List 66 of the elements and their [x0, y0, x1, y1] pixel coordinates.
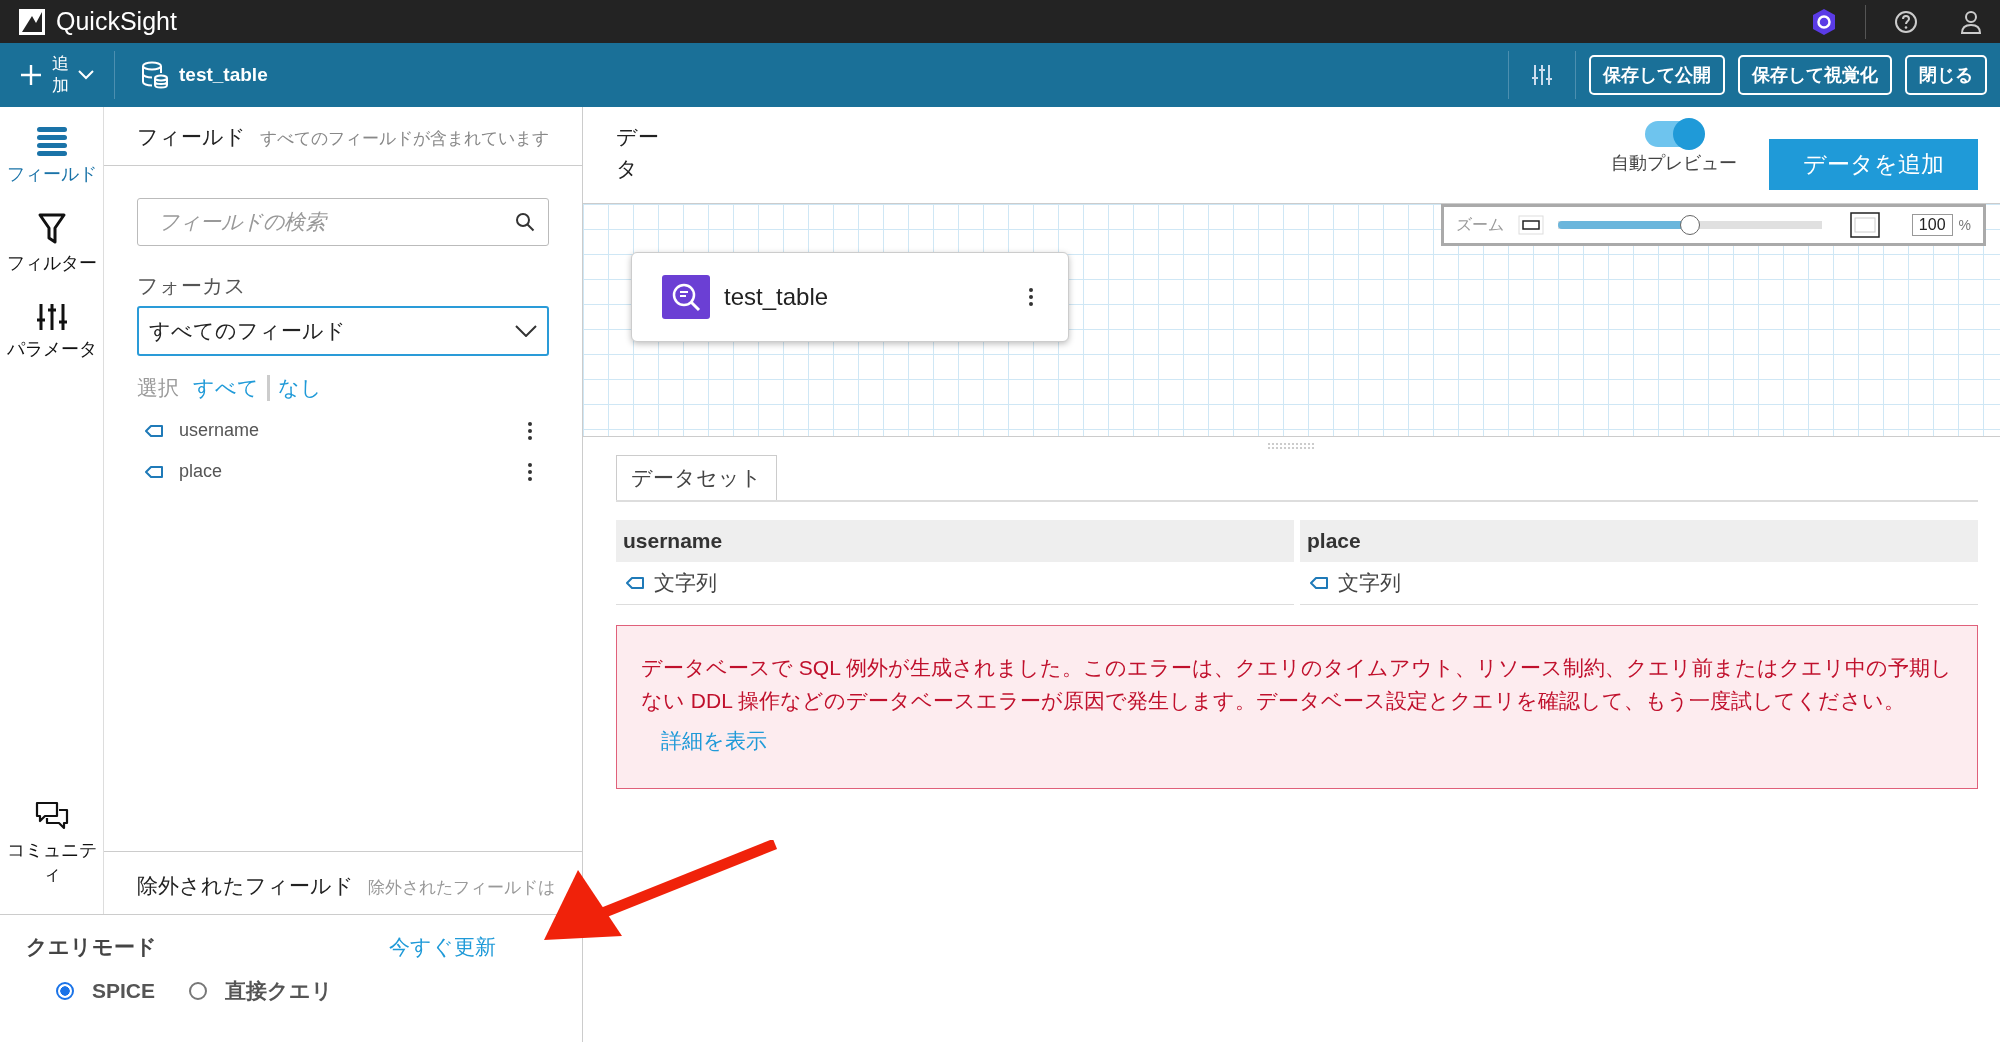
show-details-link[interactable]: 詳細を表示	[661, 725, 767, 758]
toolbar-button[interactable]: 閉じる	[1905, 55, 1987, 95]
query-mode-title: クエリモード	[26, 934, 157, 960]
excluded-fields-title: 除外されたフィールド	[137, 873, 354, 899]
dataset-tab[interactable]: データセット	[616, 455, 777, 500]
sidebar-item[interactable]: パラメータ	[0, 301, 103, 362]
field-name[interactable]: place	[179, 461, 511, 482]
refresh-now-link[interactable]: 今すぐ更新	[389, 933, 496, 961]
hexagon-logo-icon[interactable]	[1811, 7, 1837, 36]
more-icon[interactable]	[527, 420, 533, 441]
dataset-name: test_table	[179, 64, 268, 86]
zoom-label: ズーム	[1455, 214, 1504, 235]
sidebar-item[interactable]: フィールド	[0, 125, 103, 187]
focus-label: フォーカス	[137, 273, 247, 299]
toolbar-button[interactable]: 保存して公開	[1589, 55, 1725, 95]
search-icon	[515, 212, 535, 232]
focus-dropdown[interactable]: すべてのフィールド	[137, 306, 549, 356]
more-icon[interactable]	[1028, 287, 1034, 307]
tag-icon	[145, 465, 163, 478]
radio-button[interactable]	[56, 982, 74, 1000]
more-icon[interactable]	[527, 461, 533, 482]
sidebar-item[interactable]: フィルター	[0, 212, 103, 276]
zoom-value[interactable]: 100	[1911, 214, 1953, 236]
column-header: place	[1300, 520, 1978, 562]
select-label: 選択	[137, 375, 179, 401]
tag-icon	[1310, 577, 1328, 589]
auto-preview-toggle[interactable]	[1645, 121, 1703, 147]
select-all-link[interactable]: すべて	[193, 374, 259, 402]
select-none-link[interactable]: なし	[278, 374, 322, 402]
column-type: 文字列	[654, 570, 717, 596]
radio-label: SPICE	[92, 979, 156, 1003]
sliders-icon	[35, 301, 68, 332]
zoom-out-icon[interactable]	[1517, 215, 1544, 235]
panel-title: フィールド	[137, 124, 246, 150]
node-title: test_table	[724, 283, 830, 311]
toolbar-button[interactable]: 保存して視覚化	[1738, 55, 1892, 95]
chevron-down-icon	[515, 325, 537, 337]
search-field[interactable]: フィールドの検索	[137, 198, 549, 246]
list-icon	[34, 125, 69, 157]
add-data-button[interactable]: データを追加	[1769, 139, 1978, 190]
query-icon	[662, 275, 710, 319]
user-icon[interactable]	[1960, 9, 1982, 34]
field-name[interactable]: username	[179, 420, 511, 441]
sidebar-item[interactable]: コミュニティ	[0, 801, 103, 886]
radio-button[interactable]	[189, 982, 208, 1000]
column-type: 文字列	[1338, 570, 1401, 596]
zoom-unit: %	[1958, 217, 1971, 233]
app-title: QuickSight	[56, 7, 177, 36]
plus-icon	[20, 64, 42, 86]
drag-handle-icon[interactable]	[1266, 442, 1317, 450]
excluded-fields-hint: 除外されたフィールドは	[368, 877, 555, 899]
error-text: データベースで SQL 例外が生成されました。このエラーは、クエリのタイムアウト、リソース制約、クエリ前またはクエリ中の予期しない DDL 操作などのデータベースエラーが原因で発生します。データベース設定とクエリを確認して、もう一度試してください。	[641, 655, 1953, 714]
help-icon[interactable]	[1894, 9, 1918, 34]
panel-subtitle: すべてのフィールドが含まれています	[260, 128, 549, 150]
tag-icon	[626, 577, 644, 589]
database-icon	[141, 61, 169, 89]
tag-icon	[145, 424, 163, 437]
column-header: username	[616, 520, 1294, 562]
table-node[interactable]: test_table	[631, 252, 1069, 342]
add-button[interactable]: 追加	[0, 52, 114, 98]
data-title: データ	[616, 124, 660, 182]
zoom-in-icon[interactable]	[1849, 212, 1880, 238]
radio-label: 直接クエリ	[225, 978, 334, 1004]
logo-icon	[18, 7, 46, 36]
auto-preview-label: 自動プレビュー	[1611, 152, 1737, 175]
chevron-down-icon	[78, 70, 94, 80]
